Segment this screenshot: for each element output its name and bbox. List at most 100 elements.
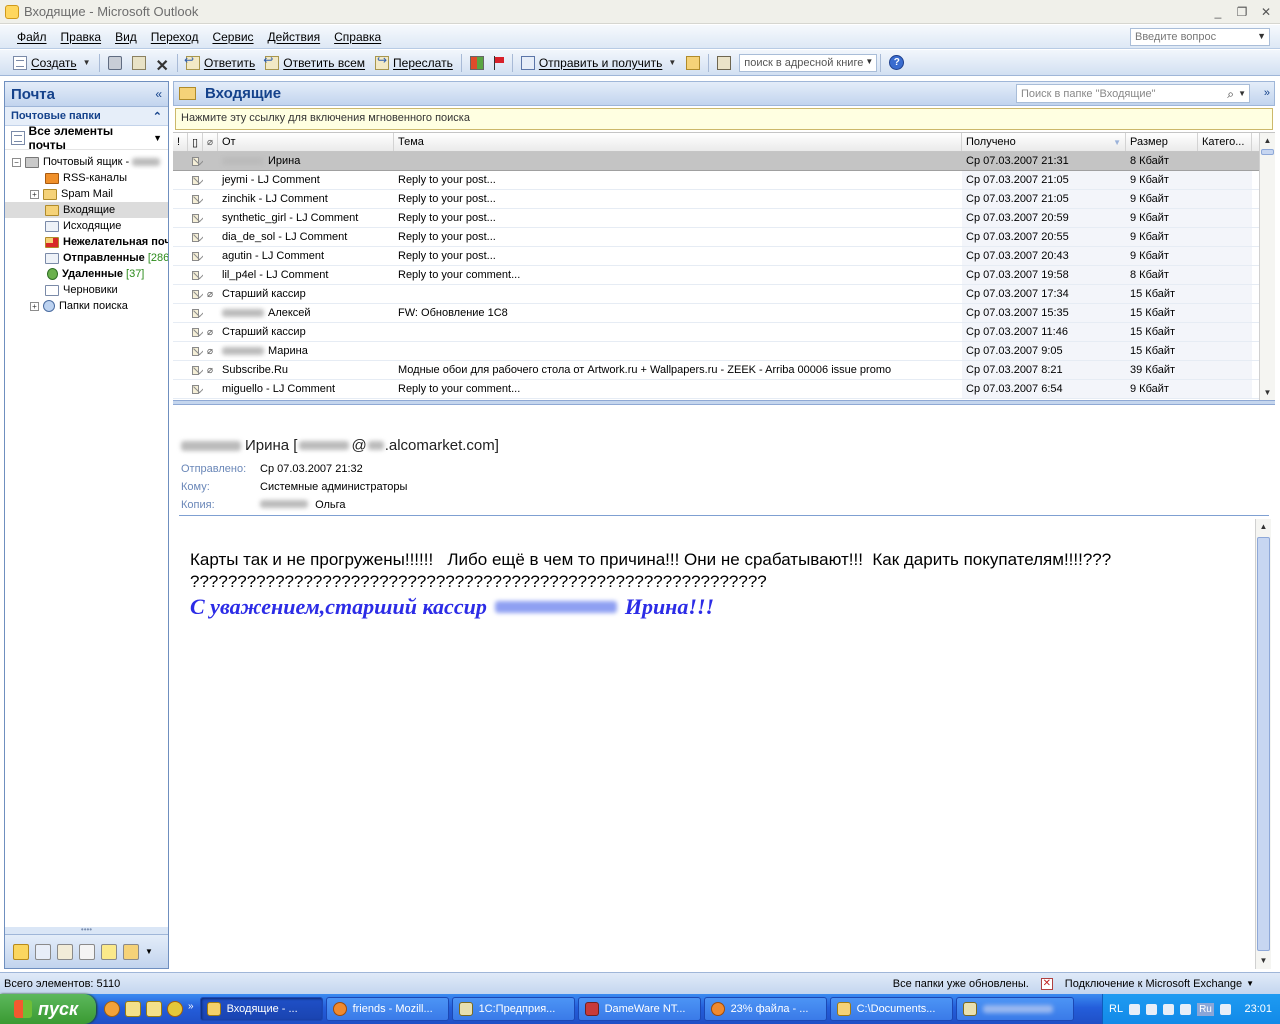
tasks-module-icon[interactable] [79,943,95,960]
reply-button[interactable]: Ответить [181,52,260,74]
scroll-thumb[interactable] [1257,537,1270,951]
menu-edit[interactable]: Правка [54,30,109,44]
expand-tree-icon[interactable]: + [30,189,39,199]
maximize-button[interactable]: ❐ [1232,3,1252,21]
scroll-thumb[interactable] [1261,149,1274,155]
table-row[interactable]: ⌀ Subscribe.Ru Модные обои для рабочего ст… [173,361,1275,380]
move-to-folder-button[interactable] [127,52,151,74]
collapse-tree-icon[interactable]: − [12,157,21,167]
tray-app-icon[interactable] [1180,1003,1192,1015]
new-button[interactable]: Создать ▼ [8,52,96,74]
menu-view[interactable]: Вид [108,30,144,44]
column-subject[interactable]: Тема [394,133,962,151]
reading-pane-scrollbar[interactable]: ▲ ▼ [1255,519,1271,969]
tree-folder-outbox[interactable]: Исходящие [5,218,168,234]
forward-button[interactable]: Переслать [370,52,458,74]
outlook-quicklaunch-icon[interactable] [125,1001,141,1017]
scroll-down-arrow[interactable]: ▼ [1260,385,1275,400]
chevron-down-icon[interactable]: ▼ [865,57,873,66]
table-row[interactable]: Ирина Ср 07.03.2007 21:31 8 Кбайт [173,152,1275,171]
menu-actions[interactable]: Действия [261,30,328,44]
expand-tree-icon[interactable]: + [30,301,39,311]
media-control-icon[interactable] [1129,1003,1141,1015]
tree-folder-search[interactable]: + Папки поиска [5,298,168,314]
table-row[interactable]: agutin - LJ Comment Reply to your post...… [173,247,1275,266]
app-quicklaunch-icon[interactable] [146,1001,162,1017]
task-1c[interactable]: 1С:Предприя... [451,997,575,1021]
chevron-down-icon[interactable]: ▼ [83,58,91,67]
start-button[interactable]: пуск [0,994,96,1024]
task-firefox[interactable]: friends - Mozill... [325,997,449,1021]
column-size[interactable]: Размер [1126,133,1198,151]
chevron-down-icon[interactable]: ▼ [1238,89,1246,98]
categorize-button[interactable] [465,52,489,74]
table-row[interactable]: synthetic_girl - LJ Comment Reply to your… [173,209,1275,228]
skip-icon[interactable] [1163,1003,1175,1015]
expand-query-icon[interactable]: » [1264,87,1270,99]
notes-module-icon[interactable] [101,943,117,960]
table-row[interactable]: ⌀ Старший кассир Ср 07.03.2007 17:34 15 Кба… [173,285,1275,304]
configure-buttons-icon[interactable]: ▼ [145,947,153,956]
column-from[interactable]: От [218,133,394,151]
search-icon[interactable]: ⌕ [1227,87,1234,102]
table-row[interactable]: jeymi - LJ Comment Reply to your post... С… [173,171,1275,190]
folder-search-input[interactable]: Поиск в папке "Входящие" ⌕ ▼ [1016,84,1250,103]
column-icon[interactable]: ▯ [188,133,203,151]
menu-help[interactable]: Справка [327,30,388,44]
open-folder-button[interactable] [681,52,705,74]
tree-folder-deleted[interactable]: Удаленные [37] [5,266,168,282]
more-icon[interactable]: » [188,1001,194,1017]
send-receive-button[interactable]: Отправить и получить ▼ [516,52,681,74]
menu-tools[interactable]: Сервис [205,30,260,44]
task-explorer[interactable]: C:\Documents... [829,997,953,1021]
play-icon[interactable] [1146,1003,1158,1015]
delete-button[interactable]: ✕ [151,52,174,75]
table-row[interactable]: ⌀ Старший кассир Ср 07.03.2007 11:46 15 Кба… [173,323,1275,342]
table-row[interactable]: miguello - LJ Comment Reply to your comme… [173,380,1275,399]
tree-folder-drafts[interactable]: Черновики [5,282,168,298]
collapse-icon[interactable]: « [155,87,162,101]
nav-splitter-grip[interactable]: •••• [5,926,168,934]
scroll-up-arrow[interactable]: ▲ [1260,133,1275,149]
sender-name[interactable]: Ирина [ [245,437,297,454]
tree-folder-spam[interactable]: + Spam Mail [5,186,168,202]
task-dameware[interactable]: DameWare NT... [577,997,701,1021]
network-icon[interactable] [1219,1003,1231,1015]
message-list-scrollbar[interactable]: ▲ ▼ [1259,133,1275,400]
column-importance[interactable]: ! [173,133,188,151]
chevron-down-icon[interactable]: ▼ [1246,979,1254,988]
help-question-input[interactable]: Введите вопрос ▼ [1130,28,1270,46]
table-row[interactable]: Алексей FW: Обновление 1C8 Ср 07.03.2007 1… [173,304,1275,323]
table-row[interactable]: ⌀ Марина Ср 07.03.2007 9:05 15 Кбайт [173,342,1275,361]
column-category[interactable]: Катего... [1198,133,1252,151]
help-button[interactable]: ? [884,52,909,74]
keyboard-layout-indicator[interactable]: Ru [1197,1002,1214,1016]
calendar-module-icon[interactable] [35,943,51,960]
menu-file[interactable]: Файл [10,30,54,44]
task-redacted[interactable] [955,997,1074,1021]
app-quicklaunch-icon[interactable] [167,1001,183,1017]
address-book-button[interactable] [712,52,736,74]
menu-go[interactable]: Переход [144,30,206,44]
table-row[interactable]: lil_p4el - LJ Comment Reply to your comme… [173,266,1275,285]
chevron-down-icon[interactable]: ▼ [1257,31,1266,41]
scroll-up-arrow[interactable]: ▲ [1256,519,1271,535]
chevron-up-icon[interactable]: ⌃ [153,110,162,123]
to-value[interactable]: Системные администраторы [260,481,407,493]
close-button[interactable]: ✕ [1256,3,1276,21]
table-row[interactable]: dia_de_sol - LJ Comment Reply to your pos… [173,228,1275,247]
all-mail-items-selector[interactable]: Все элементы почты ▼ [5,124,168,152]
language-indicator[interactable]: RL [1109,1003,1123,1015]
tree-folder-rss[interactable]: RSS-каналы [5,170,168,186]
tree-folder-inbox[interactable]: Входящие [5,202,168,218]
column-received[interactable]: Получено ▼ [962,133,1126,151]
print-button[interactable] [103,52,127,74]
follow-up-button[interactable] [489,52,509,74]
tree-folder-junk[interactable]: Нежелательная поч [5,234,168,250]
folder-list-module-icon[interactable] [123,943,139,960]
task-download[interactable]: 23% файла - ... [703,997,827,1021]
tree-folder-sent[interactable]: Отправленные [286 [5,250,168,266]
cc-value[interactable]: Ольга [260,499,346,511]
instant-search-info-bar[interactable]: Нажмите эту ссылку для включения мгновен… [175,108,1273,130]
address-book-search-input[interactable]: поиск в адресной книге ▼ [739,53,878,72]
